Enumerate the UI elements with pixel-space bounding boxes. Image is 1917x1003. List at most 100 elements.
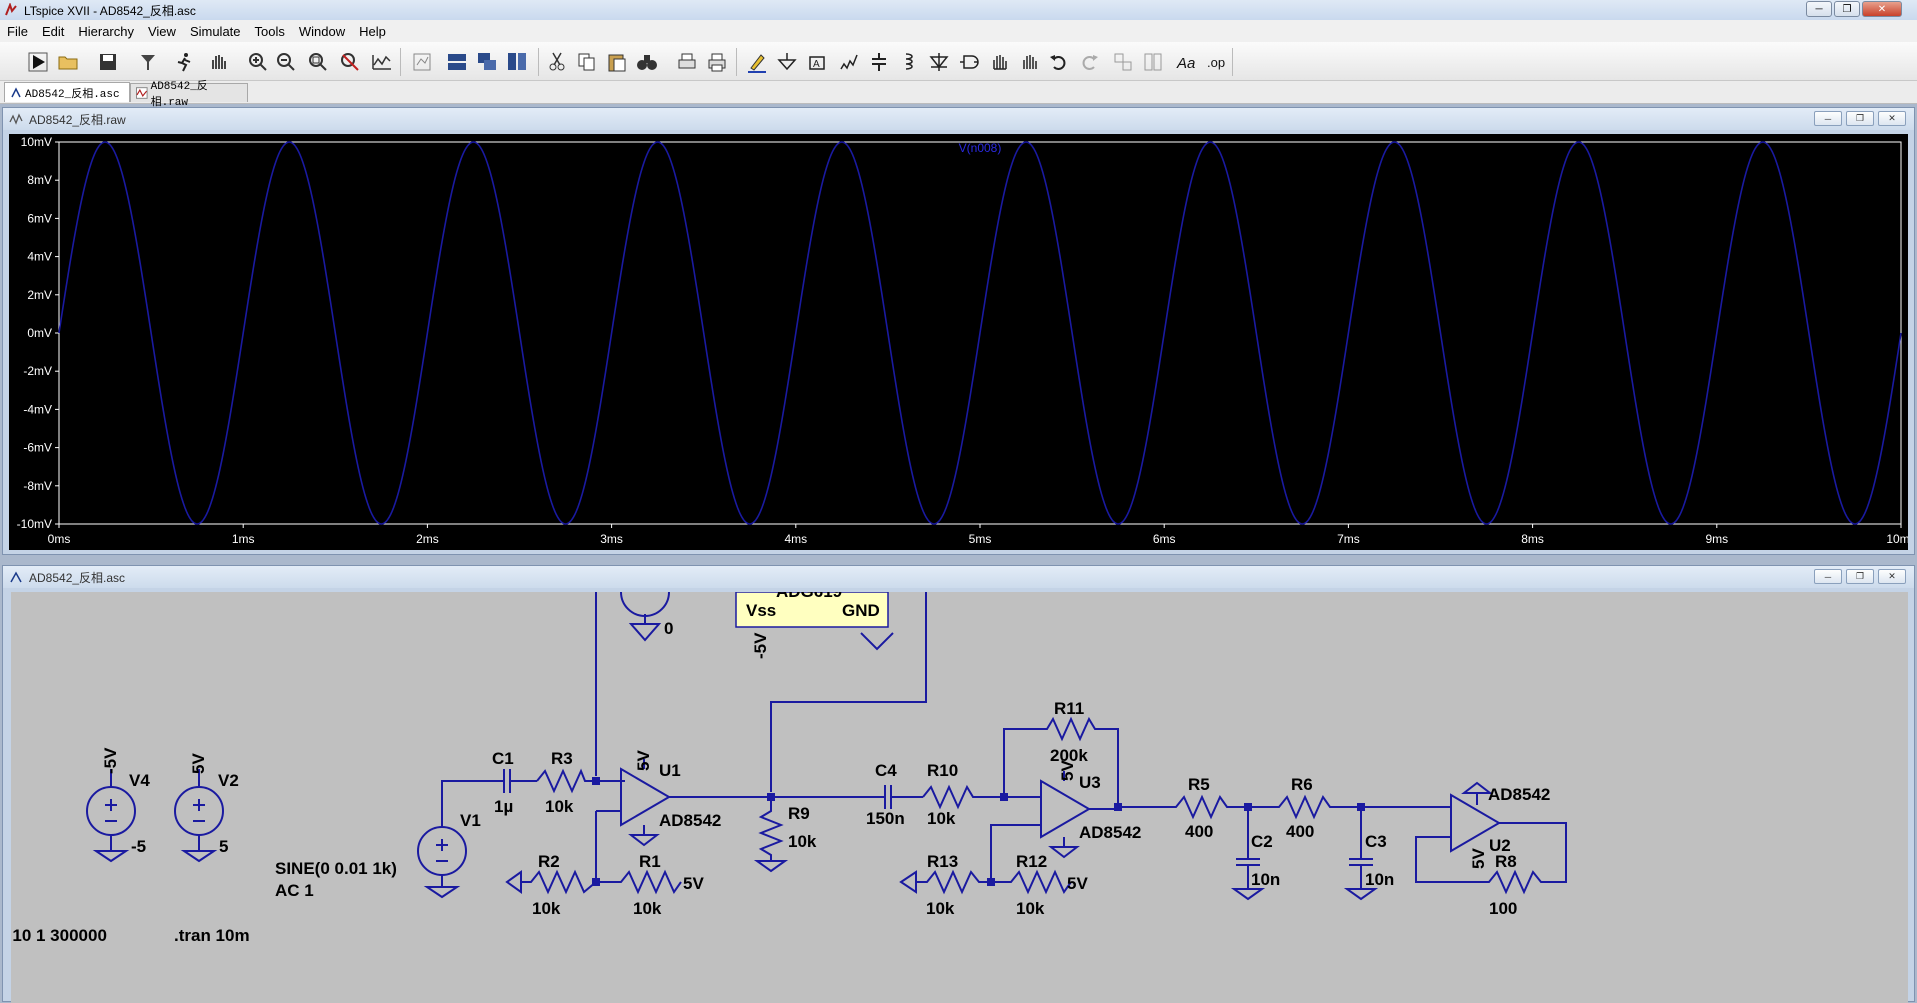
waveform-plot[interactable]: 10mV 8mV 6mV 4mV 2mV 0mV -2mV -4mV -6mV -8mV -10mV… (9, 134, 1916, 550)
menu-window[interactable]: Window (292, 24, 352, 39)
schematic-minimize-button[interactable]: ─ (1814, 569, 1842, 584)
r13-label: R13 (927, 852, 958, 871)
print-setup-icon[interactable] (675, 50, 699, 74)
zoom-cancel-icon[interactable] (338, 50, 362, 74)
y-tick-label: 10mV (21, 135, 52, 149)
control-panel-icon[interactable] (136, 50, 160, 74)
close-button[interactable]: ✕ (1862, 1, 1902, 17)
v1-ac-value: AC 1 (275, 881, 314, 900)
x-tick-label: 6ms (1153, 532, 1176, 546)
mirror-icon[interactable] (1141, 50, 1165, 74)
component-icon[interactable] (957, 50, 981, 74)
waveform-window: AD8542_反相.raw ─ ❐ ✕ 10mV 8mV 6mV 4mV 2mV 0mV -… (2, 107, 1916, 555)
wire-pencil-icon[interactable] (745, 50, 769, 74)
x-tick-label: 9ms (1705, 532, 1728, 546)
c1-value: 1µ (494, 797, 513, 816)
spice-directive-icon[interactable]: .op (1205, 50, 1229, 74)
tile-v-icon[interactable] (505, 50, 529, 74)
trace-label[interactable]: V(n008) (959, 141, 1002, 155)
zoom-in-icon[interactable] (246, 50, 270, 74)
trace-v-n008[interactable] (58, 141, 1902, 525)
menu-help[interactable]: Help (352, 24, 393, 39)
redo-icon[interactable] (1077, 50, 1101, 74)
schematic-close-button[interactable]: ✕ (1878, 569, 1906, 584)
y-tick-label: 4mV (27, 250, 52, 264)
maximize-button[interactable]: ❐ (1834, 1, 1860, 17)
schematic-canvas[interactable]: ADG619 Vss GND -5V 0 -5V V4 -5 5V V2 5 V… (11, 592, 1908, 1003)
y-tick-label: -4mV (23, 402, 52, 416)
tab-label: AD8542_反相.raw (150, 81, 208, 109)
waveform-window-titlebar: AD8542_反相.raw ─ ❐ ✕ (3, 108, 1914, 130)
zoom-out-icon[interactable] (274, 50, 298, 74)
waveform-chart[interactable]: 10mV 8mV 6mV 4mV 2mV 0mV -2mV -4mV -6mV -8mV -10mV… (9, 134, 1916, 550)
v4-value: -5 (131, 837, 146, 856)
autoscale-icon[interactable] (370, 50, 394, 74)
r5-label: R5 (1188, 775, 1210, 794)
find-icon[interactable] (635, 50, 659, 74)
menu-edit[interactable]: Edit (35, 24, 71, 39)
x-tick-label: 8ms (1521, 532, 1544, 546)
resistor-icon[interactable] (837, 50, 861, 74)
print-icon[interactable] (705, 50, 729, 74)
svg-text:Aa: Aa (1176, 55, 1195, 72)
ltspice-app-icon (5, 3, 17, 16)
menu-simulate[interactable]: Simulate (183, 24, 248, 39)
tab-waveform[interactable]: AD8542_反相.raw (130, 81, 248, 109)
minimize-button[interactable]: ─ (1806, 1, 1832, 17)
v2-value: 5 (219, 837, 228, 856)
window-titlebar: LTspice XVII - AD8542_反相.asc ─ ❐ ✕ (0, 0, 1917, 20)
run-icon[interactable] (26, 50, 50, 74)
r2-value: 10k (532, 899, 561, 918)
waveform-restore-button[interactable]: ❐ (1846, 111, 1874, 126)
tran-directive[interactable]: .tran 10m (174, 926, 250, 945)
capacitor-icon[interactable] (867, 50, 891, 74)
x-tick-label: 5ms (969, 532, 992, 546)
x-tick-label: 0ms (48, 532, 71, 546)
c3-label: C3 (1365, 832, 1387, 851)
open-icon[interactable] (56, 50, 80, 74)
tab-schematic[interactable]: AD8542_反相.asc (4, 82, 130, 102)
run-man-icon[interactable] (172, 50, 196, 74)
zoom-fit-icon[interactable] (306, 50, 330, 74)
copy-icon[interactable] (575, 50, 599, 74)
menu-hierarchy[interactable]: Hierarchy (71, 24, 141, 39)
cut-icon[interactable] (545, 50, 569, 74)
waveform-icon (136, 87, 148, 99)
schematic-restore-button[interactable]: ❐ (1846, 569, 1874, 584)
undo-icon[interactable] (1047, 50, 1071, 74)
ground-icon[interactable] (775, 50, 799, 74)
view-icon[interactable] (410, 50, 434, 74)
inductor-icon[interactable] (897, 50, 921, 74)
window-title: LTspice XVII - AD8542_反相.asc (24, 3, 196, 18)
label-net-icon[interactable]: A (805, 50, 829, 74)
cascade-icon[interactable] (475, 50, 499, 74)
rotate-icon[interactable] (1111, 50, 1135, 74)
move-hand-icon[interactable] (987, 50, 1011, 74)
paste-icon[interactable] (605, 50, 629, 74)
schematic-drawing[interactable]: ADG619 Vss GND -5V 0 -5V V4 -5 5V V2 5 V… (11, 592, 1908, 1003)
menu-tools[interactable]: Tools (248, 24, 292, 39)
waveform-window-title: AD8542_反相.raw (29, 112, 126, 127)
menu-file[interactable]: File (0, 24, 35, 39)
save-icon[interactable] (96, 50, 120, 74)
drag-hand-icon[interactable] (1017, 50, 1041, 74)
r9-value: 10k (788, 832, 817, 851)
y-tick-label: 0mV (27, 326, 52, 340)
y-tick-label: -2mV (23, 364, 52, 378)
r12-value: 10k (1016, 899, 1045, 918)
r1-value: 10k (633, 899, 662, 918)
waveform-minimize-button[interactable]: ─ (1814, 111, 1842, 126)
gnd-pin-label: GND (842, 601, 880, 620)
y-tick-label: 6mV (27, 211, 52, 225)
text-icon[interactable]: Aa (1175, 50, 1199, 74)
tile-h-icon[interactable] (445, 50, 469, 74)
ac-directive[interactable]: .ac dec 10 1 300000 (11, 926, 107, 945)
u2-part-label: AD8542 (1488, 785, 1550, 804)
vss-pin-label: Vss (746, 601, 776, 620)
diode-icon[interactable] (927, 50, 951, 74)
adg619-label: ADG619 (776, 592, 842, 601)
menu-view[interactable]: View (141, 24, 183, 39)
pan-hand-icon[interactable] (206, 50, 230, 74)
x-tick-label: 3ms (600, 532, 623, 546)
waveform-close-button[interactable]: ✕ (1878, 111, 1906, 126)
